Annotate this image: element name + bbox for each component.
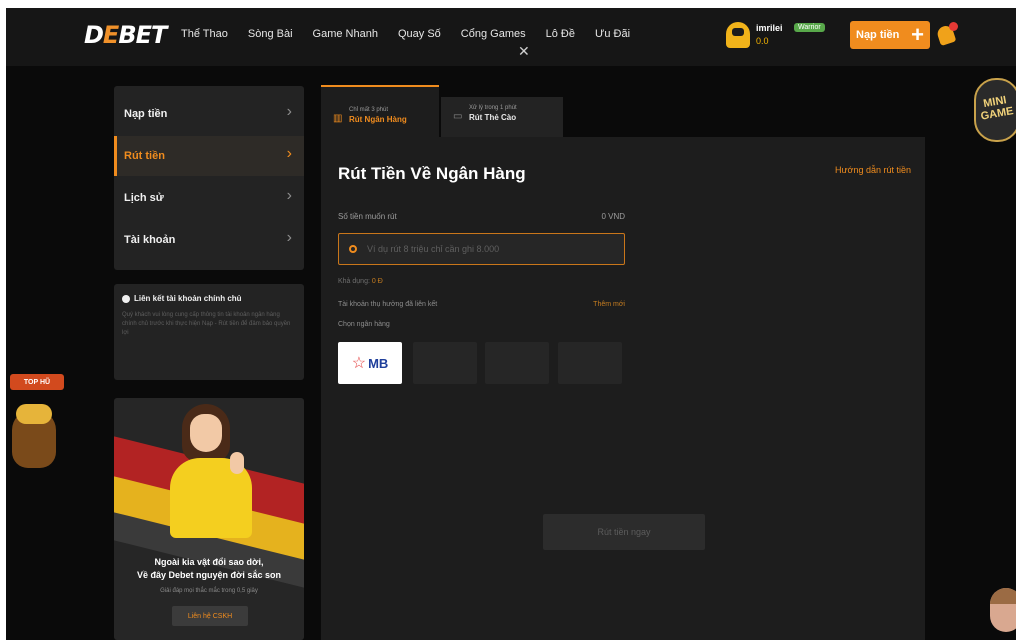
info-description: Quý khách vui lòng cung cấp thông tin tà… — [122, 312, 291, 336]
bank-option-empty[interactable] — [413, 342, 477, 384]
chevron-right-icon: › — [286, 187, 292, 204]
live-chat-avatar[interactable] — [990, 588, 1016, 632]
link-account-info: Liên kết tài khoản chính chủ Quý khách v… — [114, 284, 304, 380]
top-navbar: DEBET Thể Thao Sòng Bài Game Nhanh Quay … — [6, 8, 1016, 66]
jackpot-widget[interactable]: TOP HŨ — [6, 374, 68, 474]
support-agent-image — [170, 404, 254, 538]
linked-account-label: Tài khoản thụ hưởng đã liên kết — [338, 301, 438, 308]
deposit-button[interactable]: Nạp tiền + — [850, 21, 930, 49]
chevron-right-icon: › — [286, 145, 292, 162]
promo-line-2: Về đây Debet nguyện đời sắc son — [137, 570, 281, 580]
sidebar-item-history[interactable]: Lịch sử › — [114, 178, 304, 218]
promo-line-1: Ngoài kia vật đổi sao dời, — [154, 557, 264, 567]
amount-placeholder: Ví dụ rút 8 triệu chỉ cần ghi 8.000 — [367, 244, 500, 254]
close-icon[interactable]: ✕ — [518, 43, 530, 60]
withdraw-now-button[interactable]: Rút tiền ngay — [543, 514, 705, 550]
card-icon: ▭ — [453, 111, 463, 122]
deposit-label: Nạp tiền — [856, 29, 900, 41]
available-label: Khả dụng: — [338, 278, 372, 285]
account-side-menu: Nạp tiền › Rút tiền › Lịch sử › Tài khoả… — [114, 86, 304, 270]
tab-label: Rút Ngân Hàng — [349, 115, 407, 124]
withdraw-panel: Rút Tiền Về Ngân Hàng Hướng dẫn rút tiền… — [321, 137, 925, 640]
avatar — [726, 22, 750, 48]
tab-bank-withdraw[interactable]: ▥ Chỉ mất 3 phút Rút Ngân Hàng — [321, 85, 439, 137]
debet-logo[interactable]: DEBET — [84, 21, 167, 49]
info-icon — [122, 294, 130, 303]
mb-logo-icon: ☆ — [351, 355, 367, 372]
nav-the-thao[interactable]: Thể Thao — [181, 28, 228, 40]
page-title: Rút Tiền Về Ngân Hàng — [338, 164, 526, 183]
bank-icon: ▥ — [333, 113, 343, 124]
chat-avatar-hair — [990, 588, 1016, 604]
support-promo-banner: Ngoài kia vật đổi sao dời, Về đây Debet … — [114, 398, 304, 640]
chevron-right-icon: › — [286, 103, 292, 120]
nav-lo-de[interactable]: Lô Đề — [546, 28, 575, 40]
sidebar-item-withdraw[interactable]: Rút tiền › — [114, 136, 304, 176]
bank-option-mb[interactable]: ☆ MB — [338, 342, 402, 384]
amount-unit: 0 VND — [601, 212, 625, 221]
promo-subtext: Giải đáp mọi thắc mắc trong 0,5 giây — [160, 588, 258, 594]
jackpot-label: TOP HŨ — [10, 374, 64, 390]
tab-label: Rút Thẻ Cào — [469, 113, 517, 122]
main-nav: Thể Thao Sòng Bài Game Nhanh Quay Số Cổn… — [181, 28, 630, 40]
chevron-right-icon: › — [286, 229, 292, 246]
info-title-text: Liên kết tài khoản chính chủ — [134, 294, 242, 303]
plus-icon: + — [911, 22, 924, 47]
sidebar-item-deposit[interactable]: Nạp tiền › — [114, 94, 304, 134]
agent-hand — [230, 452, 244, 474]
sidebar-item-account[interactable]: Tài khoản › — [114, 220, 304, 260]
tab-subtitle: Xử lý trong 1 phút — [469, 105, 517, 111]
bank-option-empty[interactable] — [558, 342, 622, 384]
rank-badge: Warrior — [794, 23, 825, 32]
info-title: Liên kết tài khoản chính chủ — [122, 294, 296, 303]
nav-quay-so[interactable]: Quay Số — [398, 28, 441, 40]
sidebar-item-label: Lịch sử — [124, 192, 164, 204]
mb-logo-text: MB — [368, 355, 389, 371]
bell-icon[interactable] — [935, 22, 958, 48]
tab-subtitle: Chỉ mất 3 phút — [349, 107, 389, 113]
available-balance: Khả dụng: 0 Đ — [338, 278, 383, 285]
coin-icon — [349, 245, 357, 253]
gold-coins — [16, 404, 52, 424]
amount-label: Số tiền muốn rút — [338, 212, 397, 221]
nav-uu-dai[interactable]: Ưu Đãi — [595, 28, 630, 40]
user-profile[interactable]: imrilei Warrior 0.0 — [726, 20, 850, 52]
promo-headline: Ngoài kia vật đổi sao dời, Về đây Debet … — [114, 556, 304, 582]
withdraw-guide-link[interactable]: Hướng dẫn rút tiền — [835, 165, 911, 175]
amount-input[interactable]: Ví dụ rút 8 triệu chỉ cần ghi 8.000 — [338, 233, 625, 265]
balance: 0.0 — [756, 36, 769, 46]
add-account-link[interactable]: Thêm mới — [579, 301, 625, 308]
nav-cong-games[interactable]: Cổng Games — [461, 28, 526, 40]
username: imrilei — [756, 23, 783, 33]
sidebar-item-label: Rút tiền — [124, 150, 165, 162]
choose-bank-label: Chọn ngân hàng — [338, 321, 390, 328]
sidebar-item-label: Nạp tiền — [124, 108, 168, 120]
nav-game-nhanh[interactable]: Game Nhanh — [313, 28, 378, 40]
nav-song-bai[interactable]: Sòng Bài — [248, 28, 293, 40]
bank-option-empty[interactable] — [485, 342, 549, 384]
agent-face — [190, 414, 222, 452]
tab-card-withdraw[interactable]: ▭ Xử lý trong 1 phút Rút Thẻ Cào — [441, 97, 563, 137]
contact-support-button[interactable]: Liên hệ CSKH — [172, 606, 248, 626]
available-value: 0 Đ — [371, 278, 383, 285]
app-frame: DEBET Thể Thao Sòng Bài Game Nhanh Quay … — [6, 8, 1016, 640]
minigame-widget[interactable]: MINI GAME — [974, 78, 1016, 148]
sidebar-item-label: Tài khoản — [124, 234, 176, 246]
notification-dot — [949, 22, 958, 31]
